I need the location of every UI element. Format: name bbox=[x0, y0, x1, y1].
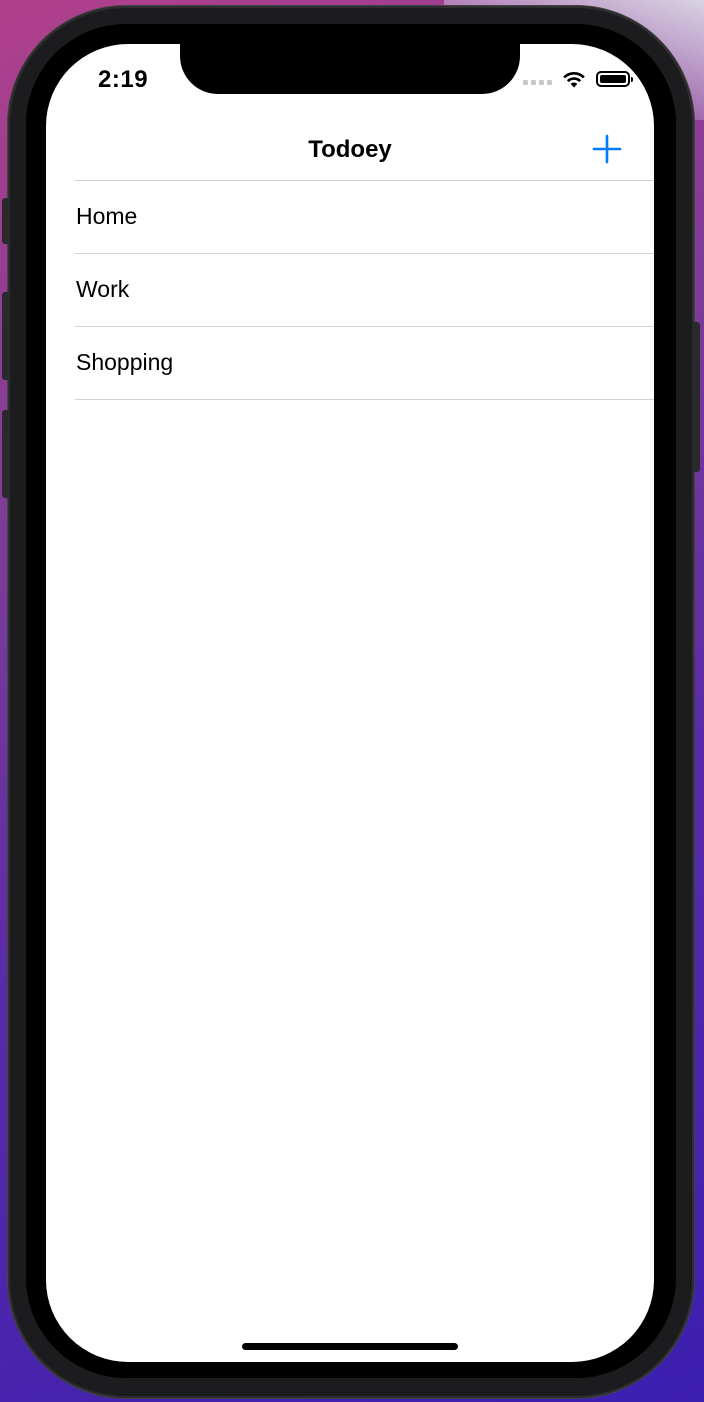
plus-icon bbox=[592, 134, 622, 164]
list-item-label: Shopping bbox=[76, 349, 174, 375]
volume-up-button bbox=[2, 292, 10, 380]
list-item-label: Home bbox=[76, 203, 138, 229]
home-indicator[interactable] bbox=[242, 1343, 458, 1350]
battery-icon bbox=[596, 71, 633, 87]
notch bbox=[180, 44, 520, 94]
mute-switch bbox=[2, 198, 10, 244]
list-item-label: Work bbox=[76, 276, 130, 302]
cellular-signal-icon bbox=[523, 79, 552, 85]
status-time: 2:19 bbox=[98, 66, 149, 93]
list-item-home[interactable]: Home bbox=[75, 181, 654, 254]
side-power-button bbox=[692, 322, 700, 472]
battery-level bbox=[600, 75, 626, 83]
category-list: Home Work Shopping bbox=[46, 181, 654, 400]
add-category-button[interactable] bbox=[590, 132, 624, 166]
list-item-work[interactable]: Work bbox=[75, 254, 654, 327]
volume-down-button bbox=[2, 410, 10, 498]
page-title: Todoey bbox=[308, 136, 392, 163]
wifi-icon bbox=[563, 71, 585, 88]
status-indicators bbox=[523, 70, 633, 88]
list-item-shopping[interactable]: Shopping bbox=[75, 327, 654, 400]
navigation-bar: Todoey bbox=[46, 128, 654, 180]
app-screen: 2:19 Todoey Home Work Shopping bbox=[46, 44, 654, 1362]
